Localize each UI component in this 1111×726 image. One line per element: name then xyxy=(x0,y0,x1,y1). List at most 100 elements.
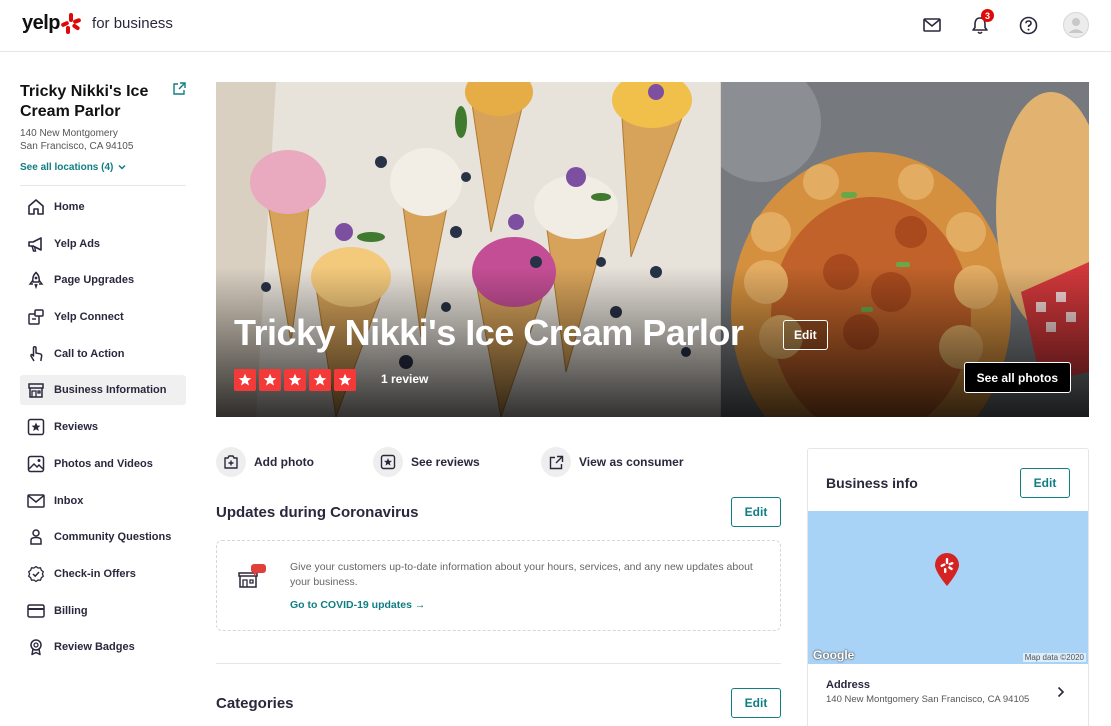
top-icons: 3 xyxy=(919,9,1089,38)
star-rating xyxy=(234,369,356,391)
add-photo-icon xyxy=(216,447,246,477)
chevron-down-icon xyxy=(118,162,126,173)
sidebar-item-review-badges[interactable]: Review Badges xyxy=(20,632,186,662)
sidebar-item-business-information[interactable]: Business Information xyxy=(20,375,186,406)
avatar[interactable] xyxy=(1063,12,1089,38)
sidebar-item-label: Home xyxy=(54,201,85,213)
google-logo: Google xyxy=(813,648,855,662)
yelp-logo[interactable]: yelp for business xyxy=(22,12,173,35)
sidebar-item-label: Billing xyxy=(54,604,88,617)
sidebar-item-label: Inbox xyxy=(54,494,84,507)
sidebar-item-reviews[interactable]: Reviews xyxy=(20,412,186,442)
badge-check-icon xyxy=(26,564,46,584)
sidebar-item-page-upgrades[interactable]: Page Upgrades xyxy=(20,265,186,295)
address-line-2: San Francisco, CA 94105 xyxy=(20,141,134,152)
covid-update-description: Give your customers up-to-date informati… xyxy=(290,561,753,588)
external-link-icon xyxy=(541,447,571,477)
view-as-consumer-action[interactable]: View as consumer xyxy=(541,447,684,477)
sidebar-item-label: Check-in Offers xyxy=(54,567,136,580)
business-address: 140 New Montgomery San Francisco, CA 941… xyxy=(20,127,186,153)
chevron-right-icon[interactable] xyxy=(1056,685,1066,698)
rocket-icon xyxy=(26,270,46,290)
sidebar-item-community-questions[interactable]: Community Questions xyxy=(20,522,186,552)
sidebar-item-label: Review Badges xyxy=(54,641,135,654)
review-count[interactable]: 1 review xyxy=(381,372,428,386)
sidebar-item-label: Call to Action xyxy=(54,347,125,360)
quick-actions: Add photo See reviews View as consumer xyxy=(216,447,684,477)
sidebar-item-yelp-ads[interactable]: Yelp Ads xyxy=(20,229,186,259)
address-value: 140 New Montgomery San Francisco, CA 941… xyxy=(826,694,1030,705)
sidebar-item-label: Photos and Videos xyxy=(54,457,153,470)
sidebar-item-yelp-connect[interactable]: Yelp Connect xyxy=(20,302,186,332)
brand-subtitle: for business xyxy=(92,15,173,32)
view-as-consumer-label: View as consumer xyxy=(579,455,684,469)
store-alert-icon xyxy=(237,563,267,594)
community-icon xyxy=(26,527,46,547)
help-icon[interactable] xyxy=(1015,12,1041,38)
updates-edit-button[interactable]: Edit xyxy=(731,497,781,527)
see-all-locations-link[interactable]: See all locations (4) xyxy=(20,162,186,173)
sidebar-item-label: Page Upgrades xyxy=(54,274,135,287)
megaphone-icon xyxy=(26,234,46,254)
hero-banner: Tricky Nikki's Ice Cream Parlor Edit 1 r… xyxy=(216,82,1089,417)
sidebar-item-home[interactable]: Home xyxy=(20,192,186,222)
sidebar-item-label: Yelp Ads xyxy=(54,237,101,250)
sidebar-item-label: Reviews xyxy=(54,421,99,434)
address-label: Address xyxy=(826,679,871,691)
sidebar-item-billing[interactable]: Billing xyxy=(20,596,186,626)
categories-edit-button[interactable]: Edit xyxy=(731,688,781,718)
business-name: Tricky Nikki's Ice Cream Parlor xyxy=(20,83,149,120)
credit-card-icon xyxy=(26,601,46,621)
storefront-icon xyxy=(26,380,46,400)
star-icon xyxy=(309,369,331,391)
business-info-card: Business info Edit Google Map data ©2020… xyxy=(807,448,1089,726)
hero-business-title: Tricky Nikki's Ice Cream Parlor xyxy=(234,312,744,353)
star-icon xyxy=(234,369,256,391)
sidebar-item-label: Community Questions xyxy=(54,531,172,544)
photo-icon xyxy=(26,454,46,474)
see-all-locations-label: See all locations (4) xyxy=(20,162,114,173)
sidebar-item-call-to-action[interactable]: Call to Action xyxy=(20,339,186,369)
star-icon xyxy=(259,369,281,391)
mail-icon[interactable] xyxy=(919,12,945,38)
categories-section-title: Categories xyxy=(216,695,294,712)
connect-icon xyxy=(26,307,46,327)
add-photo-label: Add photo xyxy=(254,455,314,469)
map-pin-icon xyxy=(934,553,960,592)
sidebar: Tricky Nikki's Ice Cream Parlor 140 New … xyxy=(20,82,186,669)
star-icon xyxy=(284,369,306,391)
see-reviews-label: See reviews xyxy=(411,455,480,469)
home-icon xyxy=(26,197,46,217)
hero-edit-button[interactable]: Edit xyxy=(783,320,828,350)
review-star-icon xyxy=(26,417,46,437)
external-link-icon[interactable] xyxy=(173,82,186,95)
review-star-icon xyxy=(373,447,403,477)
bell-icon[interactable]: 3 xyxy=(967,9,994,38)
award-icon xyxy=(26,637,46,657)
covid-update-card: Give your customers up-to-date informati… xyxy=(216,540,781,631)
add-photo-action[interactable]: Add photo xyxy=(216,447,373,477)
sidebar-item-label: Business Information xyxy=(54,384,167,397)
hand-pointer-icon xyxy=(26,344,46,364)
sidebar-item-label: Yelp Connect xyxy=(54,311,124,324)
business-info-edit-button[interactable]: Edit xyxy=(1020,468,1070,498)
location-map[interactable]: Google Map data ©2020 xyxy=(808,511,1088,664)
sidebar-item-photos-and-videos[interactable]: Photos and Videos xyxy=(20,449,186,479)
section-divider xyxy=(216,663,781,664)
address-line-1: 140 New Montgomery xyxy=(20,128,118,139)
updates-section-title: Updates during Coronavirus xyxy=(216,504,419,521)
map-attribution: Map data ©2020 xyxy=(1022,653,1086,662)
sidebar-item-inbox[interactable]: Inbox xyxy=(20,486,186,516)
notification-badge: 3 xyxy=(981,9,994,22)
sidebar-divider xyxy=(20,185,186,186)
mail-icon xyxy=(26,491,46,511)
business-info-title: Business info xyxy=(826,475,918,491)
yelp-burst-icon xyxy=(60,12,82,35)
star-icon xyxy=(334,369,356,391)
brand-wordmark: yelp xyxy=(22,12,61,34)
see-all-photos-button[interactable]: See all photos xyxy=(963,362,1071,393)
top-bar: yelp for business 3 xyxy=(0,0,1111,52)
covid-updates-link[interactable]: Go to COVID-19 updates → xyxy=(290,599,425,611)
sidebar-item-check-in-offers[interactable]: Check-in Offers xyxy=(20,559,186,589)
see-reviews-action[interactable]: See reviews xyxy=(373,447,541,477)
